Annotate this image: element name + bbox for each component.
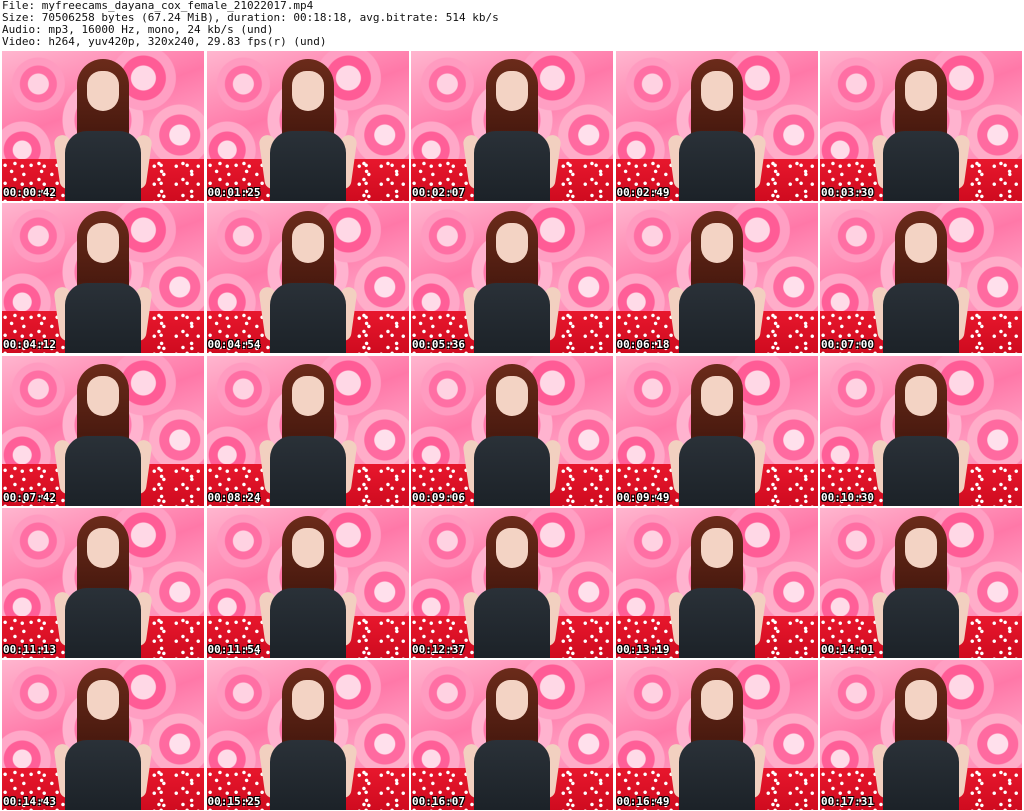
thumbnail-timestamp: 00:03:30: [821, 186, 874, 199]
person-figure: [257, 51, 358, 201]
video-info-line: Video: h264, yuv420p, 320x240, 29.83 fps…: [2, 35, 327, 48]
thumbnail-timestamp: 00:07:42: [3, 490, 56, 504]
thumbnail-timestamp: 00:04:12: [3, 338, 56, 352]
person-figure: [462, 508, 562, 658]
person-figure: [871, 508, 971, 658]
thumbnail-timestamp: 00:01:25: [207, 186, 261, 199]
thumbnail-grid: 00:00:42 00:01:25 00:02:07 00:02:49 00:0…: [2, 51, 1022, 810]
video-thumbnail: 00:14:43: [2, 660, 204, 810]
thumbnail-timestamp: 00:02:07: [412, 186, 465, 199]
person-figure: [666, 203, 767, 354]
person-figure: [53, 51, 153, 201]
thumbnail-timestamp: 00:11:13: [3, 642, 56, 656]
video-thumbnail: 00:16:07: [411, 660, 613, 810]
thumbnail-timestamp: 00:14:01: [821, 642, 874, 656]
video-thumbnail: 00:00:42: [2, 51, 204, 201]
person-figure: [462, 51, 562, 201]
video-thumbnail: 00:16:49: [615, 660, 818, 810]
thumbnail-timestamp: 00:09:06: [412, 490, 465, 504]
person-figure: [257, 356, 358, 506]
video-thumbnail: 00:02:49: [615, 51, 818, 201]
thumbnail-timestamp: 00:02:49: [616, 186, 670, 199]
person-figure: [871, 203, 971, 354]
person-figure: [462, 356, 562, 506]
thumbnail-timestamp: 00:12:37: [412, 642, 465, 656]
video-thumbnail: 00:15:25: [206, 660, 409, 810]
video-thumbnail: 00:07:00: [820, 203, 1022, 354]
person-figure: [53, 660, 153, 810]
person-figure: [871, 51, 971, 201]
thumbnail-timestamp: 00:11:54: [207, 642, 261, 656]
person-figure: [462, 203, 562, 354]
person-figure: [666, 51, 767, 201]
video-thumbnail: 00:09:49: [615, 355, 818, 506]
thumbnail-timestamp: 00:15:25: [207, 795, 261, 808]
person-figure: [871, 356, 971, 506]
person-figure: [666, 660, 767, 810]
person-figure: [257, 660, 358, 810]
person-figure: [666, 508, 767, 658]
thumbnail-timestamp: 00:14:43: [3, 795, 56, 808]
thumbnail-timestamp: 00:00:42: [3, 186, 56, 199]
file-info-header: File: myfreecams_dayana_cox_female_21022…: [2, 0, 1022, 50]
video-thumbnail: 00:11:13: [2, 507, 204, 658]
video-thumbnail: 00:07:42: [2, 355, 204, 506]
video-thumbnail: 00:10:30: [820, 355, 1022, 506]
video-thumbnail: 00:12:37: [411, 507, 613, 658]
thumbnail-timestamp: 00:13:19: [616, 642, 670, 656]
thumbnail-timestamp: 00:17:31: [821, 795, 874, 808]
video-thumbnail: 00:03:30: [820, 51, 1022, 201]
person-figure: [871, 660, 971, 810]
video-thumbnail: 00:04:12: [2, 203, 204, 354]
thumbnail-timestamp: 00:07:00: [821, 338, 874, 352]
video-thumbnail: 00:08:24: [206, 355, 409, 506]
video-thumbnail: 00:02:07: [411, 51, 613, 201]
person-figure: [666, 356, 767, 506]
person-figure: [53, 356, 153, 506]
video-thumbnail: 00:06:18: [615, 203, 818, 354]
person-figure: [257, 203, 358, 354]
person-figure: [53, 203, 153, 354]
person-figure: [53, 508, 153, 658]
thumbnail-timestamp: 00:10:30: [821, 490, 874, 504]
video-thumbnail: 00:11:54: [206, 507, 409, 658]
thumbnail-timestamp: 00:05:36: [412, 338, 465, 352]
thumbnail-timestamp: 00:04:54: [207, 338, 261, 352]
thumbnail-timestamp: 00:09:49: [616, 490, 670, 504]
video-thumbnail: 00:09:06: [411, 355, 613, 506]
person-figure: [257, 508, 358, 658]
thumbnail-timestamp: 00:06:18: [616, 338, 670, 352]
thumbnail-timestamp: 00:16:49: [616, 795, 670, 808]
video-thumbnail: 00:14:01: [820, 507, 1022, 658]
video-thumbnail: 00:01:25: [206, 51, 409, 201]
person-figure: [462, 660, 562, 810]
thumbnail-timestamp: 00:16:07: [412, 795, 465, 808]
video-thumbnail: 00:05:36: [411, 203, 613, 354]
video-thumbnail: 00:04:54: [206, 203, 409, 354]
video-thumbnail: 00:13:19: [615, 507, 818, 658]
video-thumbnail: 00:17:31: [820, 660, 1022, 810]
thumbnail-timestamp: 00:08:24: [207, 490, 261, 504]
